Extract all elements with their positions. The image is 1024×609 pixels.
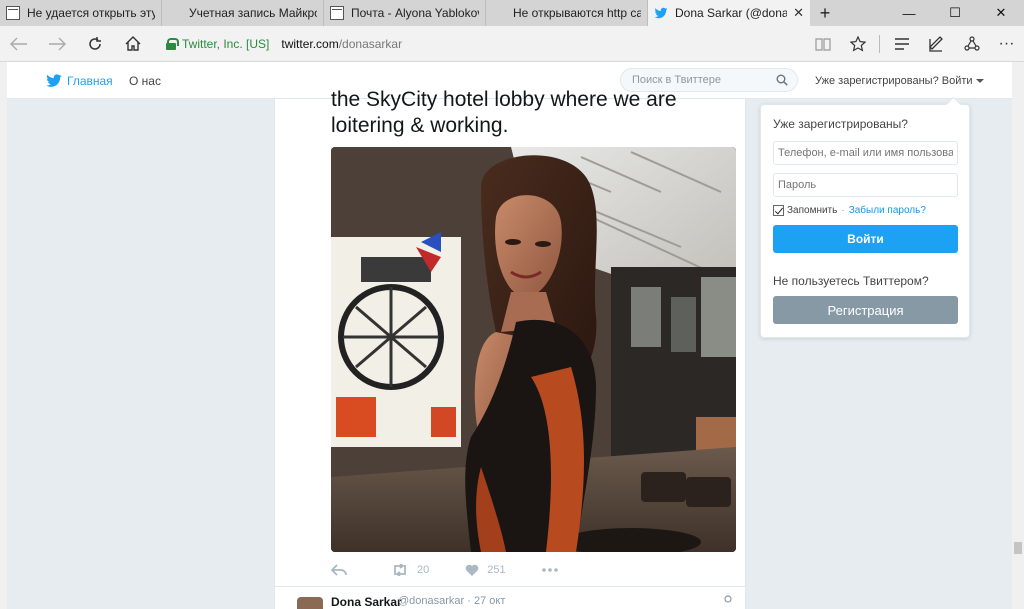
- toolbar-divider: [879, 35, 880, 53]
- login-link-label: Уже зарегистрированы? Войти: [815, 74, 973, 87]
- vertical-scrollbar[interactable]: [1012, 62, 1024, 609]
- location-pin-icon: [724, 595, 732, 603]
- more-actions-button[interactable]: [541, 568, 566, 572]
- more-dots-icon: [541, 568, 558, 572]
- tweet-actions: 20 251: [331, 561, 602, 579]
- nav-home-label: Главная: [67, 73, 113, 88]
- search-placeholder: Поиск в Твиттере: [632, 74, 721, 86]
- nav-about-link[interactable]: О нас: [129, 62, 161, 99]
- page-icon: [330, 6, 344, 20]
- retweet-button[interactable]: 20: [391, 564, 429, 576]
- like-button[interactable]: 251: [465, 564, 506, 576]
- nav-home-link[interactable]: Главная: [45, 62, 113, 99]
- retweet-count: 20: [417, 564, 430, 576]
- maximize-icon[interactable]: ☐: [932, 0, 978, 26]
- twitter-bird-icon: [46, 73, 62, 87]
- like-count: 251: [487, 564, 506, 576]
- lock-icon: [166, 37, 179, 50]
- login-title: Уже зарегистрированы?: [773, 117, 908, 131]
- tweet-photo[interactable]: [331, 147, 736, 552]
- tab-title: Не открываются http сайте: [513, 6, 641, 20]
- url-path: /donasarkar: [338, 36, 403, 51]
- search-icon[interactable]: [776, 74, 788, 86]
- close-window-icon[interactable]: ✕: [978, 0, 1024, 26]
- reply-icon: [331, 564, 347, 576]
- tab-strip: Не удается открыть эту стр Учетная запис…: [0, 0, 1024, 26]
- certificate-label[interactable]: Twitter, Inc. [US]: [182, 37, 269, 51]
- address-bar[interactable]: Twitter, Inc. [US] twitter.com/donasarka…: [166, 37, 402, 51]
- remember-row: Запомнить · Забыли пароль?: [773, 205, 926, 216]
- heart-icon: [465, 564, 479, 576]
- remember-label[interactable]: Запомнить: [787, 205, 837, 216]
- browser-tab[interactable]: Учетная запись Майкрософ: [162, 0, 324, 26]
- caret-down-icon: [975, 78, 984, 83]
- separator-dot: ·: [841, 205, 845, 216]
- browser-tab-active[interactable]: Dona Sarkar (@donasar ✕: [648, 0, 810, 26]
- tab-title: Не удается открыть эту стр: [27, 6, 155, 20]
- username-field[interactable]: [773, 141, 958, 165]
- share-icon[interactable]: [954, 26, 989, 62]
- reading-view-icon[interactable]: [805, 26, 840, 62]
- window-controls: — ☐ ✕: [886, 0, 1024, 26]
- login-dropdown: Уже зарегистрированы? Запомнить · Забыли…: [760, 104, 970, 338]
- tweet-text-line: the SkyCity hotel lobby where we are: [331, 88, 677, 111]
- home-icon[interactable]: [114, 26, 152, 62]
- twitter-bird-icon: [654, 6, 668, 20]
- browser-tab[interactable]: Не открываются http сайте: [486, 0, 648, 26]
- avatar[interactable]: [297, 597, 323, 609]
- microsoft-logo-icon: [492, 6, 506, 20]
- next-tweet-header[interactable]: Dona Sarkar @donasarkar · 27 окт: [275, 587, 745, 609]
- tweet-text: the SkyCity hotel lobby where we are loi…: [331, 87, 731, 139]
- login-button[interactable]: Войти: [773, 225, 958, 253]
- page-viewport: Главная О нас Поиск в Твиттере Уже зарег…: [7, 62, 1012, 609]
- new-user-prompt: Не пользуетесь Твиттером?: [773, 274, 929, 288]
- reply-button[interactable]: [331, 564, 355, 576]
- tweet-column: the SkyCity hotel lobby where we are loi…: [274, 88, 746, 609]
- tab-title: Учетная запись Майкрософ: [189, 6, 317, 20]
- forgot-password-link[interactable]: Забыли пароль?: [849, 205, 926, 216]
- web-note-icon[interactable]: [919, 26, 954, 62]
- login-dropdown-toggle[interactable]: Уже зарегистрированы? Войти: [815, 62, 984, 99]
- password-field[interactable]: [773, 173, 958, 197]
- retweet-icon: [394, 564, 406, 576]
- tab-title: Dona Sarkar (@donasar: [675, 6, 788, 20]
- url-host: twitter.com: [281, 36, 339, 51]
- window-left-edge: [0, 62, 7, 609]
- back-arrow-icon[interactable]: [0, 26, 38, 62]
- close-tab-icon[interactable]: ✕: [793, 5, 804, 21]
- tweet-text-line: loitering & working.: [331, 114, 509, 137]
- forward-arrow-icon[interactable]: [38, 26, 76, 62]
- refresh-icon[interactable]: [76, 26, 114, 62]
- hotel-lobby-photo: [331, 147, 736, 552]
- hub-icon[interactable]: [884, 26, 919, 62]
- browser-tab[interactable]: Почта - Alyona Yablokova -: [324, 0, 486, 26]
- author-handle: @donasarkar · 27 окт: [398, 595, 506, 607]
- new-tab-button[interactable]: +: [810, 0, 840, 26]
- minimize-icon[interactable]: —: [886, 0, 932, 26]
- tab-title: Почта - Alyona Yablokova -: [351, 6, 479, 20]
- microsoft-logo-icon: [168, 6, 182, 20]
- page-icon: [6, 6, 20, 20]
- author-name[interactable]: Dona Sarkar: [331, 595, 402, 609]
- remember-checkbox[interactable]: [773, 205, 784, 216]
- browser-tab[interactable]: Не удается открыть эту стр: [0, 0, 162, 26]
- more-menu-icon[interactable]: ···: [989, 26, 1024, 62]
- signup-button[interactable]: Регистрация: [773, 296, 958, 324]
- scrollbar-thumb[interactable]: [1014, 542, 1022, 554]
- address-toolbar: Twitter, Inc. [US] twitter.com/donasarka…: [0, 26, 1024, 62]
- toolbar-right: ···: [805, 26, 1024, 62]
- favorite-star-icon[interactable]: [840, 26, 875, 62]
